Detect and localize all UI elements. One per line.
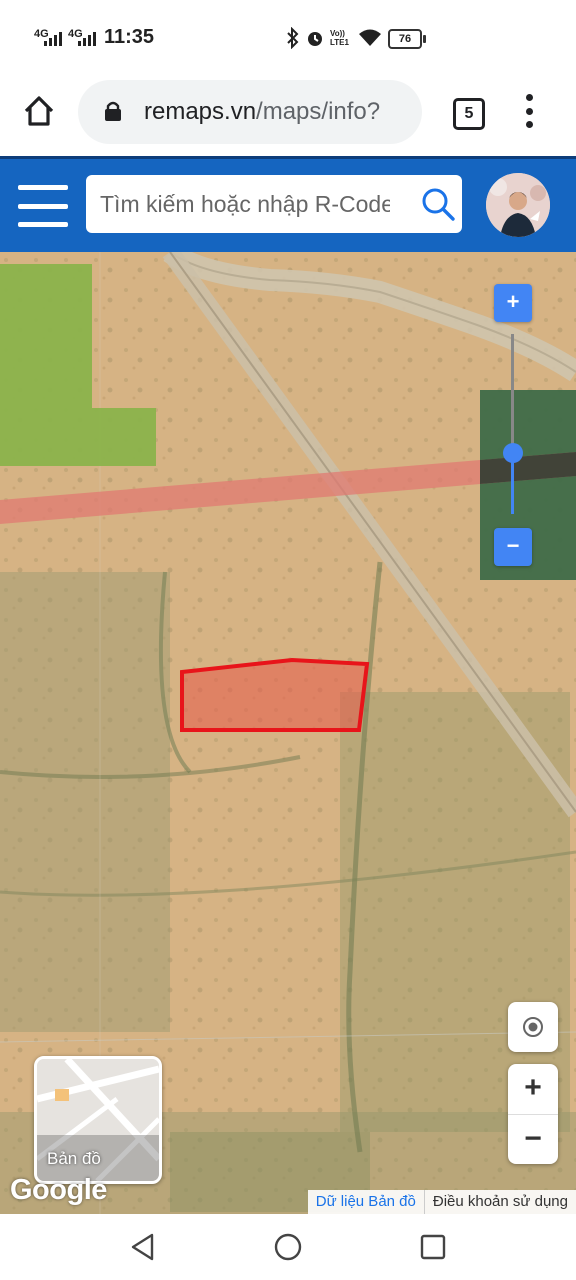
search-icon[interactable] <box>420 186 456 222</box>
kebab-menu-icon[interactable] <box>524 94 534 128</box>
volte-indicator: Vo)) LTE1 <box>330 29 349 47</box>
back-icon[interactable] <box>128 1232 156 1262</box>
home-icon[interactable] <box>22 94 56 128</box>
zoom-controls: + − <box>508 1064 558 1164</box>
lock-icon[interactable] <box>104 100 122 122</box>
app-header <box>0 156 576 252</box>
url-path: /maps/info? <box>256 98 381 125</box>
avatar[interactable] <box>486 173 550 237</box>
tab-switcher-button[interactable]: 5 <box>453 98 485 130</box>
address-bar[interactable]: remaps.vn/maps/info? <box>78 80 422 144</box>
slider-zoom-in-button[interactable]: + <box>494 284 532 322</box>
alarm-icon <box>304 26 326 50</box>
map-view[interactable]: + − + − Bản đồ Google Dữ liệu Bản đồ Điề… <box>0 252 576 1214</box>
battery-indicator: 76 <box>388 29 426 49</box>
signal-icon-2 <box>78 32 96 46</box>
clock: 11:35 <box>104 26 155 48</box>
map-type-label: Bản đồ <box>47 1149 101 1168</box>
my-location-button[interactable] <box>508 1002 558 1052</box>
status-bar: 4G 4G 11:35 Vo)) LTE1 76 <box>0 0 576 76</box>
hamburger-icon[interactable] <box>18 185 68 227</box>
wifi-icon <box>358 26 382 50</box>
zoom-slider[interactable]: + − <box>494 284 532 566</box>
url-host: remaps.vn <box>144 98 257 125</box>
google-logo: Google <box>10 1174 107 1206</box>
map-attribution: Dữ liệu Bản đồ Điều khoản sử dụng <box>307 1190 576 1214</box>
map-data-link[interactable]: Dữ liệu Bản đồ <box>308 1190 424 1214</box>
bluetooth-icon <box>286 26 300 50</box>
home-nav-icon[interactable] <box>273 1232 303 1262</box>
terms-of-use-link[interactable]: Điều khoản sử dụng <box>423 1190 576 1214</box>
zoom-slider-handle[interactable] <box>503 442 523 463</box>
system-nav-bar <box>0 1214 576 1280</box>
my-location-icon <box>523 1017 543 1037</box>
zoom-in-button[interactable]: + <box>508 1064 558 1114</box>
recents-icon[interactable] <box>419 1232 447 1262</box>
search-input[interactable] <box>100 185 390 223</box>
zoom-out-button[interactable]: − <box>508 1114 558 1165</box>
signal-icon-1 <box>44 32 62 46</box>
url-text: remaps.vn/maps/info? <box>144 98 414 126</box>
search-box <box>86 175 462 233</box>
slider-zoom-out-button[interactable]: − <box>494 528 532 566</box>
browser-toolbar: remaps.vn/maps/info? 5 <box>0 76 576 156</box>
map-type-toggle[interactable]: Bản đồ <box>34 1056 162 1184</box>
